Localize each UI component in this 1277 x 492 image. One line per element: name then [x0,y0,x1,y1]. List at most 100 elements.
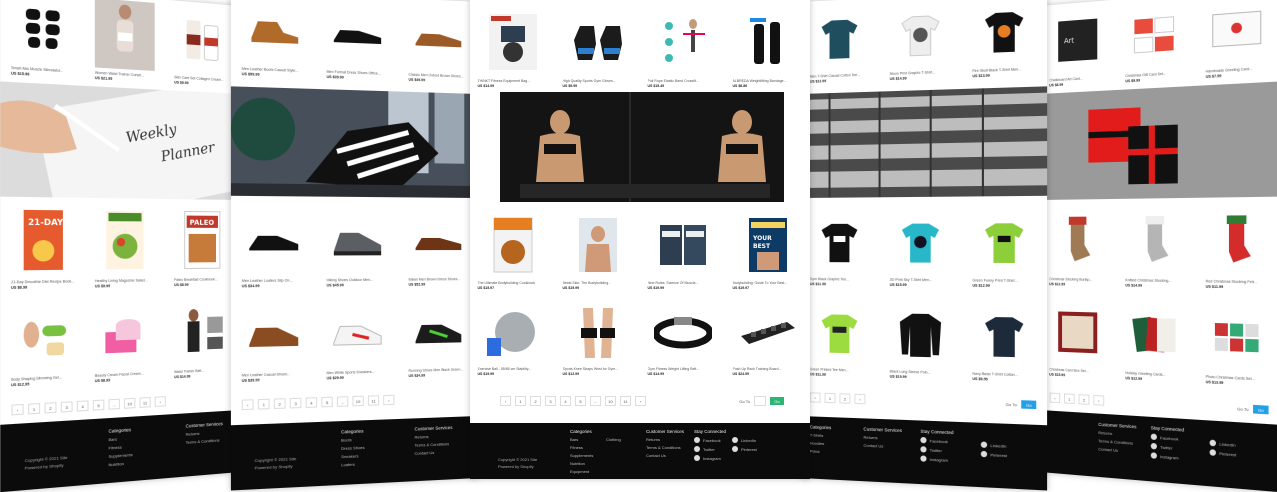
footer-link[interactable]: Terms & Conditions [1098,438,1136,446]
page-button[interactable]: 11 [620,396,631,406]
wrist-wraps-image[interactable] [733,8,803,76]
teal-tshirt-image[interactable] [810,5,870,72]
slimming-gel-image[interactable] [11,302,74,375]
page-button[interactable]: 2 [1078,394,1090,405]
footer-link[interactable]: Contact Us [1098,446,1136,454]
fitness-equipment-image[interactable] [478,8,548,76]
page-button[interactable]: 4 [560,396,571,406]
page-button[interactable]: 5 [321,396,333,408]
page-button[interactable]: 1 [824,392,836,404]
black-graphic-tee-image[interactable] [810,210,870,275]
page-button[interactable]: 1 [515,396,526,406]
social-link-pinterest[interactable]: Pinterest [1209,449,1236,457]
long-sleeve-polo-image[interactable] [890,301,952,368]
page-button[interactable]: 5 [92,399,105,411]
social-link-linkedin[interactable]: LinkedIn [732,437,757,443]
greeting-card-image[interactable] [1206,0,1269,66]
page-button[interactable]: 2 [44,402,57,414]
waist-trainer-image[interactable] [94,0,155,71]
footer-link[interactable]: Returns [863,435,902,442]
running-shoe-image[interactable] [409,300,469,366]
go-button[interactable]: Go [770,397,784,405]
sky-print-tee-image[interactable] [890,209,952,275]
page-button[interactable]: 4 [76,400,89,412]
skin-cream-image[interactable] [174,5,231,76]
gift-card-set-image[interactable] [1125,0,1185,71]
page-button[interactable]: 11 [367,395,380,406]
skull-tshirt-image[interactable] [972,0,1036,66]
go-button[interactable]: Go [1253,404,1269,415]
muscle-science-book-image[interactable] [648,212,718,278]
social-link-facebook[interactable]: Facebook [920,436,953,445]
card-box-set-image[interactable] [1049,298,1106,367]
page-button[interactable]: 4 [305,397,318,408]
prev-page-button[interactable]: ‹ [241,399,254,411]
footer-link[interactable]: Terms & Conditions [646,445,684,450]
page-button[interactable]: 5 [575,396,586,406]
product-card[interactable]: Skin Care Set Collagen Cream... US $9.99 [174,5,231,87]
footer-link[interactable]: Terms & Conditions [415,441,453,448]
prev-page-button[interactable]: ‹ [500,396,511,406]
brown-boot-image[interactable] [242,0,306,66]
footer-link[interactable]: Fitness [570,445,593,450]
product-card[interactable]: Women Waist Trainer Corset... US $21.95 [94,0,155,83]
product-card[interactable]: Sports Knee Straps Wrist for Gym... US $… [563,302,633,376]
burlap-stocking-image[interactable] [1049,205,1106,275]
page-button[interactable]: 2 [530,396,541,406]
product-card[interactable]: Men Leather Casual Shoes... US $39.99 [242,302,306,382]
product-card[interactable]: Navy Basic T-Shirt Cotton... US $9.99 [972,302,1036,382]
prev-page-button[interactable]: ‹ [11,403,24,416]
footer-link[interactable]: Contact Us [415,449,453,456]
footer-link[interactable]: Loafers [341,461,365,468]
footer-link[interactable]: Contact Us [863,443,902,450]
social-link-pinterest[interactable]: Pinterest [980,450,1007,458]
product-card[interactable]: Moon Print Graphic T-Shirt... US $14.99 [890,1,952,81]
bodybuilding-book-image[interactable] [563,212,633,278]
gym-gloves-image[interactable] [563,8,633,76]
product-card[interactable]: The Ultimate Bodybuilding Cookbook US $1… [478,212,548,290]
push-up-board-image[interactable] [733,302,803,364]
product-card[interactable]: Hiking Shoes Outdoor Men... US $45.99 [327,209,389,287]
product-card[interactable]: Men Formal Dress Shoes Office... US $39.… [327,1,389,81]
product-card[interactable]: Red Christmas Stocking Felt... US $11.99 [1206,203,1269,289]
product-card[interactable]: 3D Print Sky T-Shirt Men... US $15.99 [890,209,952,287]
social-link-facebook[interactable]: Facebook [1150,433,1184,442]
product-card[interactable]: Pull Rope Elastic Band Crossfit... US $1… [648,8,718,88]
product-card[interactable]: Photo Christmas Cards Set... US $13.99 [1206,302,1269,387]
social-link-linkedin[interactable]: LinkedIn [980,441,1007,448]
product-card[interactable]: Body Shaping Slimming Gel... US $12.95 [11,302,74,387]
footer-link[interactable]: Clothing [606,437,621,442]
product-card[interactable]: Running Shoes Men Black Green... US $34.… [409,300,469,378]
product-card[interactable]: Push Up Rack Training Board... US $24.99 [733,302,803,376]
social-link-twitter[interactable]: Twitter [1150,442,1184,452]
page-button[interactable]: 11 [139,396,151,408]
knee-straps-image[interactable] [563,302,633,364]
product-card[interactable]: Gym Fitness Weight Lifting Belt... US $1… [648,302,718,376]
product-card[interactable]: Christmas Card Box Set... US $15.99 [1049,298,1106,379]
footer-link[interactable]: Nutrition [570,461,593,466]
resistance-bands-image[interactable] [648,8,718,76]
page-button[interactable]: 1 [1063,393,1075,405]
product-card[interactable]: YOUR BEST Bodybuilding: Guide To Your Bes… [733,212,803,290]
social-link-pinterest[interactable]: Pinterest [732,446,757,452]
promo-banner-shelves[interactable] [800,86,1048,198]
smoothie-book-image[interactable]: 21-DAY [11,203,74,277]
footer-link[interactable]: Supplements [109,452,133,459]
footer-link[interactable]: Returns [186,429,223,437]
page-button[interactable]: 10 [605,396,616,406]
footer-link[interactable]: Sneakers [341,453,365,459]
footer-link[interactable]: Hoodies [810,440,831,446]
page-button[interactable]: 3 [60,401,73,413]
moon-tshirt-image[interactable] [890,1,952,69]
footer-link[interactable]: Returns [415,433,453,440]
hiking-shoe-image[interactable] [327,209,389,275]
page-button[interactable]: 10 [352,395,364,407]
product-card[interactable]: Knitted Christmas Stocking... US $14.99 [1125,204,1185,288]
product-card[interactable]: Black Long Sleeve Polo... US $19.99 [890,301,952,380]
promo-banner-sneakers[interactable] [230,86,478,198]
holiday-cards-image[interactable] [1125,300,1185,371]
page-button[interactable]: 2 [273,398,286,410]
product-card[interactable]: Green Printed Tee Men... US $11.99 [810,300,870,377]
product-card[interactable]: 21-DAY 21-Day Smoothie Diet Recipe Book.… [11,203,74,289]
navy-tee-image[interactable] [972,302,1036,370]
